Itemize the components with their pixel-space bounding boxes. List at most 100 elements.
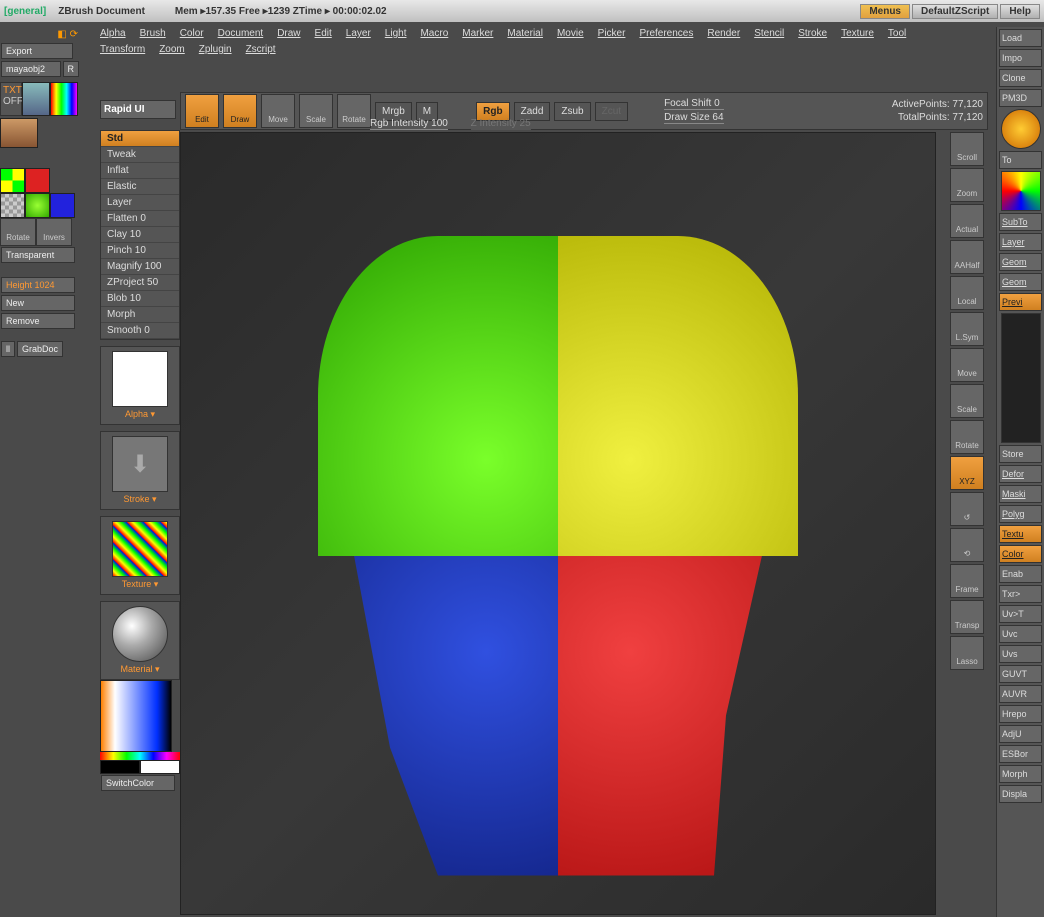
noise-swatch[interactable] [25, 193, 50, 218]
menu-macro[interactable]: Macro [420, 26, 448, 42]
menu-alpha[interactable]: Alpha [100, 26, 126, 42]
default-zscript-button[interactable]: DefaultZScript [912, 4, 998, 19]
rotate-mode-button[interactable]: Rotate [337, 94, 371, 128]
nav-move[interactable]: Move [950, 348, 984, 382]
menu-draw[interactable]: Draw [277, 26, 300, 42]
help-button[interactable]: Help [1000, 4, 1040, 19]
draw-mode-button[interactable]: Draw [223, 94, 257, 128]
edit-mode-button[interactable]: Edit [185, 94, 219, 128]
rgb-intensity-slider[interactable]: Rgb Intensity 100 [370, 118, 448, 130]
material-thumb[interactable]: Material ▾ [100, 601, 180, 680]
remove-button[interactable]: Remove [1, 313, 75, 329]
menu-movie[interactable]: Movie [557, 26, 584, 42]
menu-marker[interactable]: Marker [462, 26, 493, 42]
brush-elastic[interactable]: Elastic [101, 179, 179, 195]
brush-magnify[interactable]: Magnify 100 [101, 259, 179, 275]
invers-button[interactable]: Invers [36, 218, 72, 246]
alpha-thumb[interactable]: Alpha ▾ [100, 346, 180, 425]
menus-button[interactable]: Menus [860, 4, 910, 19]
move-mode-button[interactable]: Move [261, 94, 295, 128]
nav-[interactable]: ⟲ [950, 528, 984, 562]
color-picker[interactable] [100, 680, 172, 752]
nav-xyz[interactable]: XYZ [950, 456, 984, 490]
menu-stroke[interactable]: Stroke [798, 26, 827, 42]
nav-aahalf[interactable]: AAHalf [950, 240, 984, 274]
tool-to[interactable]: To [999, 151, 1042, 169]
tool-clone[interactable]: Clone [999, 69, 1042, 87]
nav-lsym[interactable]: L.Sym [950, 312, 984, 346]
menu-light[interactable]: Light [385, 26, 407, 42]
texture-swatch-3[interactable] [0, 118, 38, 148]
tool-defor[interactable]: Defor [999, 465, 1042, 483]
collapse-icon[interactable]: ◧ ⟳ [57, 29, 78, 40]
nav-frame[interactable]: Frame [950, 564, 984, 598]
brush-tweak[interactable]: Tweak [101, 147, 179, 163]
tool-polyg[interactable]: Polyg [999, 505, 1042, 523]
alpha-swatch[interactable] [0, 193, 25, 218]
viewport[interactable] [180, 132, 936, 915]
menu-brush[interactable]: Brush [140, 26, 166, 42]
nav-transp[interactable]: Transp [950, 600, 984, 634]
mayaobj-button[interactable]: mayaobj2 [1, 61, 61, 77]
tool-geom[interactable]: Geom [999, 253, 1042, 271]
tool-previ[interactable]: Previ [999, 293, 1042, 311]
tool-layer[interactable]: Layer [999, 233, 1042, 251]
grabdoc-button[interactable]: GrabDoc [17, 341, 63, 357]
rotate-button[interactable]: Rotate [0, 218, 36, 246]
tool-guvt[interactable]: GUVT [999, 665, 1042, 683]
texture-swatch-2[interactable] [50, 82, 78, 116]
texture-thumb[interactable]: Texture ▾ [100, 516, 180, 595]
menu-stencil[interactable]: Stencil [754, 26, 784, 42]
transparent-button[interactable]: Transparent [1, 247, 75, 263]
subtool-icon[interactable] [1001, 171, 1041, 211]
tool-maski[interactable]: Maski [999, 485, 1042, 503]
draw-size-slider[interactable]: Draw Size 64 [664, 112, 723, 124]
brush-morph[interactable]: Morph [101, 307, 179, 323]
stroke-thumb[interactable]: ⬇ Stroke ▾ [100, 431, 180, 510]
color-white[interactable] [140, 760, 180, 774]
tool-auvr[interactable]: AUVR [999, 685, 1042, 703]
tool-adju[interactable]: AdjU [999, 725, 1042, 743]
tool-colorize[interactable]: Color [999, 545, 1042, 563]
brush-std[interactable]: Std [101, 131, 179, 147]
nav-scale[interactable]: Scale [950, 384, 984, 418]
tool-geom[interactable]: Geom [999, 273, 1042, 291]
brush-zproject[interactable]: ZProject 50 [101, 275, 179, 291]
zsub-button[interactable]: Zsub [554, 102, 590, 121]
nav-rotate[interactable]: Rotate [950, 420, 984, 454]
menu-color[interactable]: Color [180, 26, 204, 42]
menu-zplugin[interactable]: Zplugin [199, 42, 232, 58]
nav-zoom[interactable]: Zoom [950, 168, 984, 202]
menu-transform[interactable]: Transform [100, 42, 145, 58]
menu-document[interactable]: Document [218, 26, 264, 42]
brush-clay[interactable]: Clay 10 [101, 227, 179, 243]
texture-swatch-1[interactable] [22, 82, 50, 116]
nav-local[interactable]: Local [950, 276, 984, 310]
menu-zoom[interactable]: Zoom [159, 42, 185, 58]
checker-swatch[interactable] [0, 168, 25, 193]
menu-preferences[interactable]: Preferences [639, 26, 693, 42]
tool-uvc[interactable]: Uvc [999, 625, 1042, 643]
menu-render[interactable]: Render [707, 26, 740, 42]
tool-morph[interactable]: Morph [999, 765, 1042, 783]
scale-mode-button[interactable]: Scale [299, 94, 333, 128]
nav-scroll[interactable]: Scroll [950, 132, 984, 166]
tool-uvt[interactable]: Uv>T [999, 605, 1042, 623]
nav-lasso[interactable]: Lasso [950, 636, 984, 670]
color-black[interactable] [100, 760, 140, 774]
zcut-button[interactable]: Zcut [595, 102, 628, 121]
tool-impo[interactable]: Impo [999, 49, 1042, 67]
z-intensity-slider[interactable]: Z Intensity 25 [471, 118, 531, 130]
tool-textu[interactable]: Textu [999, 525, 1042, 543]
tool-displa[interactable]: Displa [999, 785, 1042, 803]
brush-smooth[interactable]: Smooth 0 [101, 323, 179, 339]
menu-material[interactable]: Material [507, 26, 543, 42]
hue-strip[interactable] [100, 752, 180, 760]
tool-load[interactable]: Load [999, 29, 1042, 47]
focal-shift-slider[interactable]: Focal Shift 0 [664, 98, 723, 110]
tool-pmd[interactable]: PM3D [999, 89, 1042, 107]
brush-flatten[interactable]: Flatten 0 [101, 211, 179, 227]
brush-pinch[interactable]: Pinch 10 [101, 243, 179, 259]
tool-icon[interactable] [1001, 109, 1041, 149]
tool-uvs[interactable]: Uvs [999, 645, 1042, 663]
